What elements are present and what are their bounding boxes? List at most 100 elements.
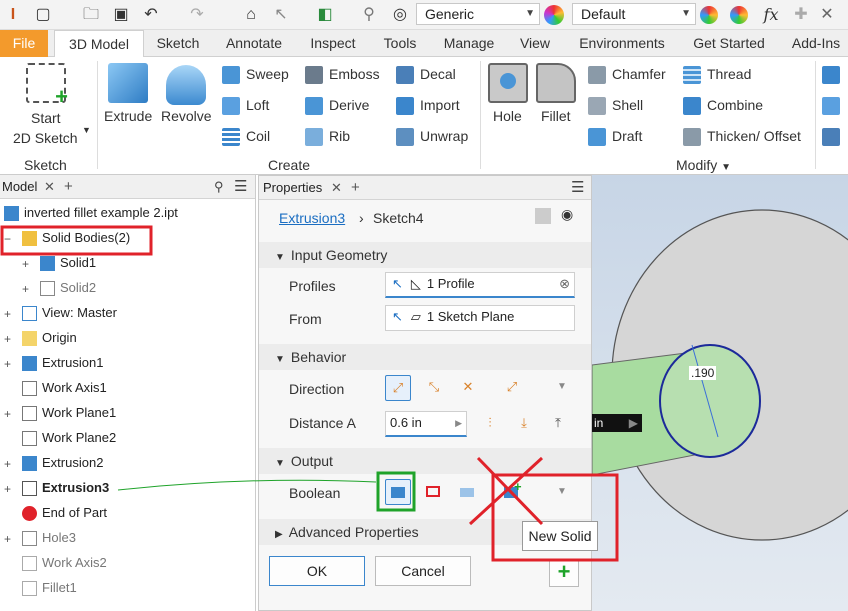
derive-button[interactable]: Derive: [305, 97, 369, 116]
adjust-appearance-icon[interactable]: [700, 6, 718, 24]
extrude-button[interactable]: Extrude: [104, 108, 152, 124]
expand-icon[interactable]: +: [4, 482, 11, 496]
direction-flipped-button[interactable]: ⤡: [421, 375, 447, 401]
chevron-right-icon[interactable]: ▶: [629, 414, 638, 432]
expand-icon[interactable]: +: [4, 332, 11, 346]
expand-icon[interactable]: +: [4, 307, 11, 321]
ok-button[interactable]: OK: [269, 556, 365, 586]
open-folder-icon[interactable]: 🗀: [80, 4, 102, 26]
measure-icon[interactable]: ⚲: [358, 4, 380, 26]
fillet-button[interactable]: Fillet: [541, 108, 571, 124]
plus-icon[interactable]: +: [64, 175, 73, 199]
clear-icon[interactable]: ⊗: [559, 273, 570, 295]
graphics-viewport[interactable]: .190 in ▶: [592, 175, 848, 611]
move-face-button[interactable]: [822, 97, 846, 116]
tab-sketch[interactable]: Sketch: [148, 30, 208, 57]
section-output[interactable]: ▼ Output: [259, 448, 591, 474]
thicken-offset-button[interactable]: Thicken/ Offset: [683, 128, 801, 147]
cancel-button[interactable]: Cancel: [375, 556, 471, 586]
tree-node-end-of-part[interactable]: End of Part: [22, 502, 107, 524]
menu-icon[interactable]: ☰: [571, 176, 584, 200]
home-icon[interactable]: ⌂: [240, 4, 262, 26]
chevron-right-icon[interactable]: ▶: [455, 412, 462, 434]
appearance-combo[interactable]: Default ▼: [572, 3, 696, 25]
breadcrumb-feature[interactable]: Extrusion3: [279, 210, 345, 226]
expand-icon[interactable]: +: [4, 457, 11, 471]
revolve-icon[interactable]: [166, 65, 206, 105]
section-behavior[interactable]: ▼ Behavior: [259, 344, 591, 370]
tree-node-fillet1[interactable]: Fillet1: [22, 577, 77, 599]
shell-button[interactable]: Shell: [588, 97, 643, 116]
eye-icon[interactable]: ◉: [561, 206, 573, 223]
tree-node-work-axis2[interactable]: Work Axis2: [22, 552, 107, 574]
chevron-down-icon[interactable]: ▼: [82, 125, 91, 135]
tab-environments[interactable]: Environments: [570, 30, 674, 57]
tree-node-solid-bodies[interactable]: Solid Bodies(2): [22, 227, 130, 249]
close-icon[interactable]: ✕: [44, 175, 55, 199]
draft-button[interactable]: Draft: [588, 128, 642, 147]
combine-button[interactable]: Combine: [683, 97, 763, 116]
chevron-down-icon[interactable]: ▼: [557, 381, 567, 392]
extrude-icon[interactable]: [108, 63, 148, 103]
tab-tools[interactable]: Tools: [376, 30, 424, 57]
coil-button[interactable]: Coil: [222, 128, 270, 147]
menu-icon[interactable]: ☰: [234, 175, 247, 199]
tab-add-ins[interactable]: Add-Ins: [786, 30, 846, 57]
dimension-value[interactable]: .190: [689, 366, 717, 380]
emboss-button[interactable]: Emboss: [305, 66, 380, 85]
from-selector[interactable]: ↖ ▱ 1 Sketch Plane: [385, 305, 575, 331]
plus-icon[interactable]: ✚: [790, 4, 812, 26]
group-label-modify[interactable]: Modify ▼: [676, 157, 731, 173]
profiles-selector[interactable]: ↖ ◺ 1 Profile ⊗: [385, 272, 575, 298]
select-icon[interactable]: ↖: [270, 4, 292, 26]
expand-icon[interactable]: +: [4, 357, 11, 371]
expand-icon[interactable]: +: [4, 532, 11, 546]
import-button[interactable]: Import: [396, 97, 460, 116]
rib-button[interactable]: Rib: [305, 128, 350, 147]
boolean-new-solid-button[interactable]: +: [499, 479, 525, 505]
collapse-icon[interactable]: −: [4, 232, 11, 246]
close-icon[interactable]: ✕: [331, 176, 342, 200]
tab-view[interactable]: View: [512, 30, 558, 57]
breadcrumb-sketch[interactable]: Sketch4: [373, 210, 424, 226]
distance-a-input[interactable]: 0.6 in ▶: [385, 411, 467, 437]
start-sketch-label-2[interactable]: 2D Sketch: [13, 130, 78, 146]
start-sketch-icon[interactable]: +: [26, 63, 68, 108]
expand-icon[interactable]: +: [4, 407, 11, 421]
material-combo[interactable]: Generic ▼: [416, 3, 540, 25]
hole-icon[interactable]: [488, 63, 528, 103]
tree-node-work-plane2[interactable]: Work Plane2: [22, 427, 116, 449]
direction-asymmetric-button[interactable]: ⤢: [499, 375, 525, 401]
section-input-geometry[interactable]: ▼ Input Geometry: [259, 242, 591, 268]
parameters-icon[interactable]: fx: [760, 4, 782, 26]
distance-through-button[interactable]: ⤓: [511, 411, 537, 437]
tree-node-part[interactable]: inverted fillet example 2.ipt: [4, 202, 178, 224]
boolean-cut-button[interactable]: [421, 479, 447, 505]
tree-node-extrusion3[interactable]: Extrusion3: [22, 477, 109, 499]
decal-button[interactable]: Decal: [396, 66, 456, 85]
plus-icon[interactable]: +: [351, 176, 360, 200]
appearance-ball-icon[interactable]: [544, 5, 564, 25]
direction-default-button[interactable]: ⤢: [385, 375, 411, 401]
chevron-down-icon[interactable]: ▼: [557, 486, 567, 497]
tree-node-extrusion1[interactable]: Extrusion1: [22, 352, 103, 374]
close-icon[interactable]: ✕: [816, 4, 838, 26]
distance-between-button[interactable]: ⤒: [545, 411, 571, 437]
loft-button[interactable]: Loft: [222, 97, 269, 116]
tree-node-work-plane1[interactable]: Work Plane1: [22, 402, 116, 424]
start-sketch-label-1[interactable]: Start: [31, 110, 61, 126]
tree-node-extrusion2[interactable]: Extrusion2: [22, 452, 103, 474]
tree-node-origin[interactable]: Origin: [22, 327, 77, 349]
tab-manage[interactable]: Manage: [436, 30, 502, 57]
split-button[interactable]: [822, 66, 846, 85]
undo-icon[interactable]: ↶: [140, 4, 162, 26]
appearance-checker-icon[interactable]: ◎: [389, 4, 411, 26]
save-icon[interactable]: ▣: [110, 4, 132, 26]
expand-icon[interactable]: +: [22, 257, 29, 271]
tab-file[interactable]: File: [0, 30, 48, 57]
clear-appearance-icon[interactable]: [730, 6, 748, 24]
tree-node-view-master[interactable]: View: Master: [22, 302, 117, 324]
distance-to-button[interactable]: ⫶: [477, 411, 503, 437]
expand-icon[interactable]: +: [22, 282, 29, 296]
new-file-icon[interactable]: ▢: [32, 4, 54, 26]
